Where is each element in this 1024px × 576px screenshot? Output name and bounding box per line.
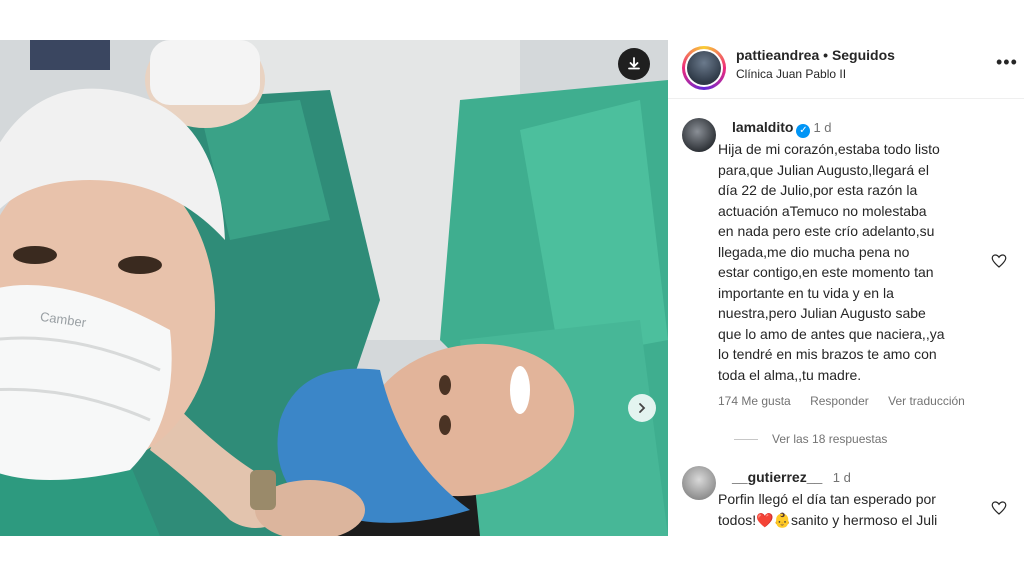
translate-link[interactable]: Ver traducción [888, 394, 965, 408]
next-slide-button[interactable] [628, 394, 656, 422]
author-avatar[interactable] [682, 46, 726, 90]
instagram-post: Camber pattieandrea • Seguidos Clínica J… [0, 40, 1024, 536]
comment-time: 1 d [832, 470, 851, 485]
download-button[interactable] [618, 48, 650, 80]
post-sidebar: pattieandrea • Seguidos Clínica Juan Pab… [668, 40, 1024, 536]
verified-badge-icon: ✓ [796, 124, 811, 138]
follow-status[interactable]: Seguidos [832, 47, 895, 63]
comment-text: Hija de mi corazón,estaba todo listo par… [718, 141, 945, 383]
post-media[interactable]: Camber [0, 40, 668, 536]
reply-link[interactable]: Responder [810, 394, 869, 408]
like-comment-heart-icon[interactable] [990, 252, 1008, 270]
download-icon [628, 57, 640, 70]
separator-dot: • [823, 47, 829, 63]
post-photo [0, 40, 668, 536]
author-username[interactable]: pattieandrea [736, 47, 819, 63]
post-header: pattieandrea • Seguidos Clínica Juan Pab… [668, 40, 1024, 99]
comment-likes[interactable]: 174 Me gusta [718, 394, 791, 408]
commenter-username[interactable]: __gutierrez__ [732, 469, 822, 485]
view-replies-link[interactable]: Ver las 18 respuestas [734, 432, 887, 446]
post-location[interactable]: Clínica Juan Pablo II [736, 67, 846, 81]
like-comment-heart-icon[interactable] [990, 499, 1008, 517]
more-options-icon[interactable]: ••• [996, 52, 1018, 73]
comment-time: 1 d [813, 120, 832, 135]
comment-text: Porfin llegó el día tan esperado por tod… [718, 491, 938, 528]
chevron-right-icon [639, 403, 646, 413]
replies-divider [734, 439, 758, 441]
commenter-avatar[interactable] [682, 466, 716, 500]
commenter-avatar[interactable] [682, 118, 716, 152]
avatar-image [687, 51, 721, 85]
commenter-username[interactable]: lamaldito [732, 119, 793, 135]
comment-actions: 174 Me gusta Responder Ver traducción [718, 394, 981, 408]
